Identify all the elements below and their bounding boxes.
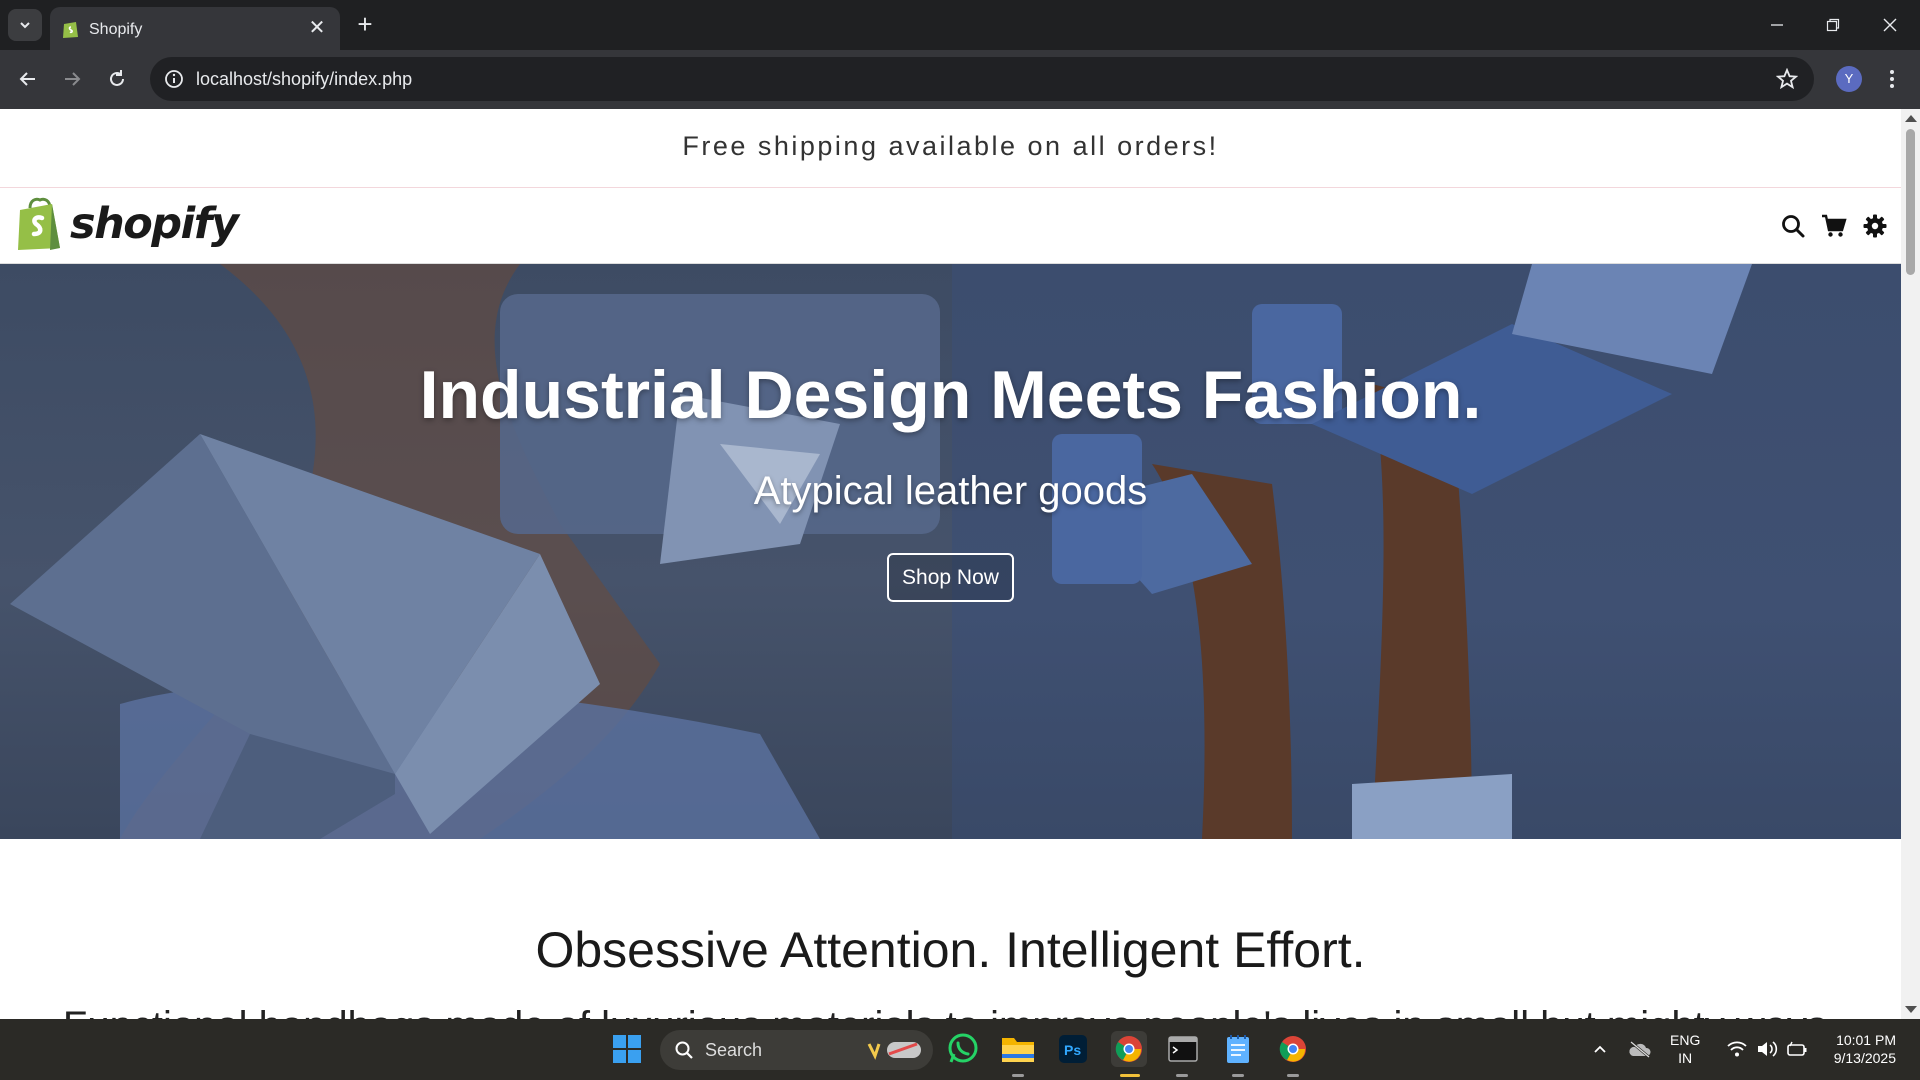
more-vert-icon (1890, 70, 1894, 88)
minimize-button[interactable] (1760, 10, 1794, 40)
close-icon (1883, 18, 1897, 32)
announcement-bar: Free shipping available on all orders! (0, 109, 1901, 188)
search-icon (675, 1041, 693, 1059)
terminal-app[interactable] (1165, 1031, 1201, 1067)
cart-icon[interactable] (1821, 213, 1847, 239)
arrow-left-icon (19, 72, 35, 86)
language-code: ENG (1670, 1032, 1701, 1048)
taskbar-search-box[interactable]: Search (660, 1030, 933, 1070)
hero-subtitle: Atypical leather goods (753, 469, 1148, 513)
hero-image-right (952, 264, 1901, 839)
shop-now-button[interactable]: Shop Now (887, 553, 1014, 602)
section-description: Functional handbags made of luxurious ma… (0, 1004, 1901, 1019)
taskbar-search-placeholder: Search (705, 1040, 763, 1060)
quick-settings-tray[interactable] (1717, 1031, 1817, 1067)
chrome-app-active[interactable] (1111, 1031, 1147, 1067)
windows-logo-icon (613, 1035, 641, 1063)
hero-image-left (0, 264, 952, 839)
tab-search-button[interactable] (8, 9, 42, 41)
reload-button[interactable] (103, 65, 131, 93)
system-clock[interactable]: 10:01 PM 9/13/2025 (1820, 1031, 1896, 1067)
shopping-bag-logo-icon (18, 197, 60, 250)
minimize-icon (1771, 24, 1783, 26)
whatsapp-icon (948, 1033, 978, 1063)
search-highlight-icon (867, 1042, 921, 1060)
reload-icon (110, 70, 124, 86)
notepad-app[interactable] (1220, 1031, 1256, 1067)
volume-icon (1758, 1041, 1778, 1057)
url-text[interactable]: localhost/shopify/index.php (196, 69, 412, 90)
restore-icon (1826, 18, 1840, 32)
notepad-icon (1227, 1035, 1249, 1063)
hero-title: Industrial Design Meets Fashion. (419, 357, 1482, 433)
restore-button[interactable] (1816, 10, 1850, 40)
photoshop-icon: Ps (1059, 1035, 1087, 1063)
arrow-right-icon (65, 72, 81, 86)
clock-date: 9/13/2025 (1833, 1050, 1896, 1066)
close-window-button[interactable] (1873, 10, 1907, 40)
start-button[interactable] (609, 1031, 645, 1067)
chrome-icon (1115, 1036, 1142, 1062)
chrome-profile-running-indicator (1287, 1074, 1299, 1077)
input-language-indicator[interactable]: ENG IN (1670, 1031, 1700, 1067)
show-hidden-icons-button[interactable] (1582, 1031, 1618, 1067)
chrome-profile-app[interactable] (1275, 1031, 1311, 1067)
browser-tab-active[interactable]: Shopify ✕ (50, 7, 340, 50)
shopify-favicon-icon (63, 22, 78, 38)
whatsapp-app[interactable] (945, 1031, 981, 1067)
site-header: shopify (0, 189, 1901, 264)
page-scrollbar[interactable] (1901, 109, 1920, 1019)
search-icon[interactable] (1780, 213, 1806, 239)
new-tab-button[interactable]: + (352, 11, 378, 38)
chrome-icon (1279, 1036, 1306, 1062)
region-code: IN (1678, 1050, 1693, 1066)
file-explorer-app[interactable] (1000, 1031, 1036, 1067)
tab-close-icon[interactable]: ✕ (306, 17, 328, 39)
browser-tab-bar: Shopify ✕ + (0, 0, 1920, 50)
hero-banner: Industrial Design Meets Fashion. Atypica… (0, 264, 1901, 839)
bookmark-star-icon[interactable] (1776, 68, 1798, 90)
file-explorer-running-indicator (1012, 1074, 1024, 1077)
battery-icon (1787, 1041, 1807, 1056)
profile-avatar[interactable]: Y (1836, 66, 1862, 92)
windows-taskbar: Search Ps ENG IN 10:01 PM 9/13/2025 (0, 1019, 1920, 1080)
address-bar[interactable]: localhost/shopify/index.php (150, 57, 1814, 101)
clock-time: 10:01 PM (1836, 1032, 1896, 1048)
info-icon[interactable] (164, 69, 184, 89)
logo-wordmark: shopify (70, 199, 239, 249)
hero-photo-legs-illustration (1052, 264, 1752, 839)
cloud-off-icon (1629, 1041, 1651, 1058)
scroll-down-arrow-icon[interactable] (1905, 1006, 1917, 1013)
page-viewport: Free shipping available on all orders! s… (0, 109, 1901, 1019)
announcement-text: Free shipping available on all orders! (682, 131, 1219, 161)
hero-photo-bag-illustration (10, 264, 940, 839)
chevron-down-icon (20, 22, 30, 29)
terminal-icon (1168, 1036, 1198, 1062)
scroll-up-arrow-icon[interactable] (1905, 115, 1917, 122)
section-title: Obsessive Attention. Intelligent Effort. (535, 922, 1366, 978)
terminal-running-indicator (1176, 1074, 1188, 1077)
browser-menu-button[interactable] (1882, 64, 1902, 94)
onedrive-tray[interactable] (1622, 1031, 1658, 1067)
back-button[interactable] (14, 65, 42, 93)
folder-icon (1002, 1038, 1034, 1062)
tab-title: Shopify (89, 21, 143, 38)
svg-text:Ps: Ps (1064, 1042, 1081, 1058)
forward-button[interactable] (58, 65, 86, 93)
chrome-active-indicator (1120, 1074, 1140, 1077)
chevron-up-icon (1594, 1045, 1606, 1053)
scrollbar-thumb[interactable] (1906, 129, 1915, 275)
shopify-logo[interactable]: shopify (16, 196, 239, 252)
browser-toolbar: localhost/shopify/index.php Y (0, 50, 1920, 109)
wifi-icon (1727, 1041, 1747, 1057)
gear-icon[interactable] (1862, 213, 1888, 239)
photoshop-app[interactable]: Ps (1055, 1031, 1091, 1067)
notepad-running-indicator (1232, 1074, 1244, 1077)
